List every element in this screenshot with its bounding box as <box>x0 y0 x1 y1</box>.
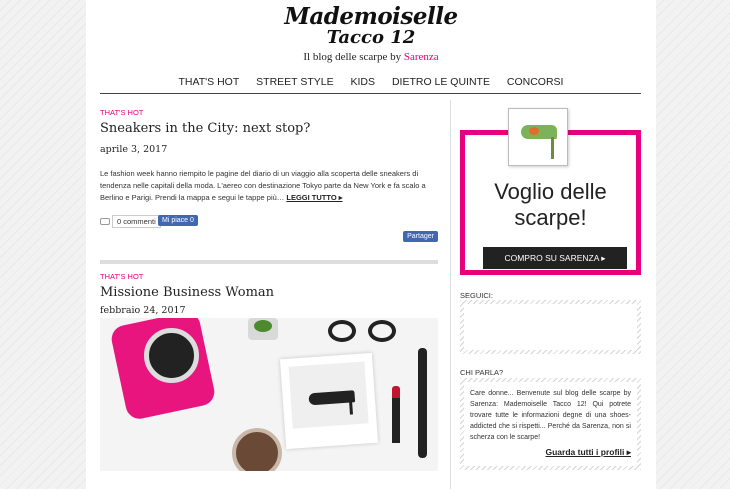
post-date: aprile 3, 2017 <box>100 144 168 155</box>
tagline-brand[interactable]: Sarenza <box>404 51 439 63</box>
post-category[interactable]: THAT'S HOT <box>100 272 438 281</box>
seguici-box <box>460 300 641 354</box>
ad-shoe-image <box>508 108 568 166</box>
plant-image <box>248 318 278 340</box>
post-image[interactable] <box>100 318 438 471</box>
ad-headline: Voglio delle scarpe! <box>494 179 607 230</box>
post-excerpt: Le fashion week hanno riempito le pagine… <box>100 168 438 204</box>
nav-item-dietro-le-quinte[interactable]: DIETRO LE QUINTE <box>392 76 490 88</box>
post-category[interactable]: THAT'S HOT <box>100 108 438 117</box>
post-title[interactable]: Sneakers in the City: next stop? <box>100 121 438 136</box>
nav-item-kids[interactable]: KIDS <box>351 76 376 88</box>
site-logo[interactable]: Mademoiselle Tacco 12 <box>86 3 656 48</box>
post-separator <box>100 260 438 264</box>
seguici-content <box>464 304 637 350</box>
comment-icon <box>100 218 110 225</box>
post: THAT'S HOT Missione Business Woman febbr… <box>100 272 438 316</box>
nav-divider <box>100 93 641 94</box>
post-date: febbraio 24, 2017 <box>100 305 186 316</box>
tagline: Il blog delle scarpe by Sarenza <box>86 51 656 63</box>
rotary-dial-image <box>144 328 199 383</box>
logo-line2: Tacco 12 <box>326 26 416 48</box>
sidebar-divider <box>450 100 451 489</box>
chi-parla-content: Care donne... Benvenute sul blog delle s… <box>464 382 637 466</box>
chi-parla-text: Care donne... Benvenute sul blog delle s… <box>470 390 631 441</box>
seguici-title: SEGUICI: <box>460 291 493 300</box>
nav-item-street-style[interactable]: STREET STYLE <box>256 76 333 88</box>
post-excerpt-text: Le fashion week hanno riempito le pagine… <box>100 169 426 202</box>
logo-line1: Mademoiselle <box>284 3 458 30</box>
nav-item-concorsi[interactable]: CONCORSI <box>507 76 564 88</box>
facebook-like-button[interactable]: Mi piace 0 <box>158 215 198 226</box>
compro-su-sarenza-button[interactable]: COMPRO SU SARENZA ▸ <box>483 247 627 269</box>
comments-count: 0 commenti <box>112 215 161 228</box>
brush-image <box>418 348 427 458</box>
post: THAT'S HOT Sneakers in the City: next st… <box>100 108 438 242</box>
post-meta: 0 commenti Mi piace 0 Partager <box>100 214 438 242</box>
polaroid-image <box>279 352 379 450</box>
nav-item-thats-hot[interactable]: THAT'S HOT <box>179 76 240 88</box>
guarda-profili-link[interactable]: Guarda tutti i profili ▸ <box>470 447 632 458</box>
comments-link[interactable]: 0 commenti <box>100 215 161 228</box>
tagline-text: Il blog delle scarpe by <box>303 51 404 63</box>
lipstick-image <box>392 386 400 443</box>
post-title[interactable]: Missione Business Woman <box>100 285 438 300</box>
facebook-share-button[interactable]: Partager <box>403 231 438 242</box>
glasses-image <box>328 320 408 346</box>
chi-parla-title: CHI PARLA? <box>460 368 504 377</box>
read-more-link[interactable]: LEGGI TUTTO ▸ <box>286 193 342 202</box>
chi-parla-box: Care donne... Benvenute sul blog delle s… <box>460 378 641 470</box>
main-nav: THAT'S HOT STREET STYLE KIDS DIETRO LE Q… <box>86 76 656 88</box>
page: Mademoiselle Tacco 12 Il blog delle scar… <box>86 0 656 489</box>
coffee-cup-image <box>232 428 282 471</box>
